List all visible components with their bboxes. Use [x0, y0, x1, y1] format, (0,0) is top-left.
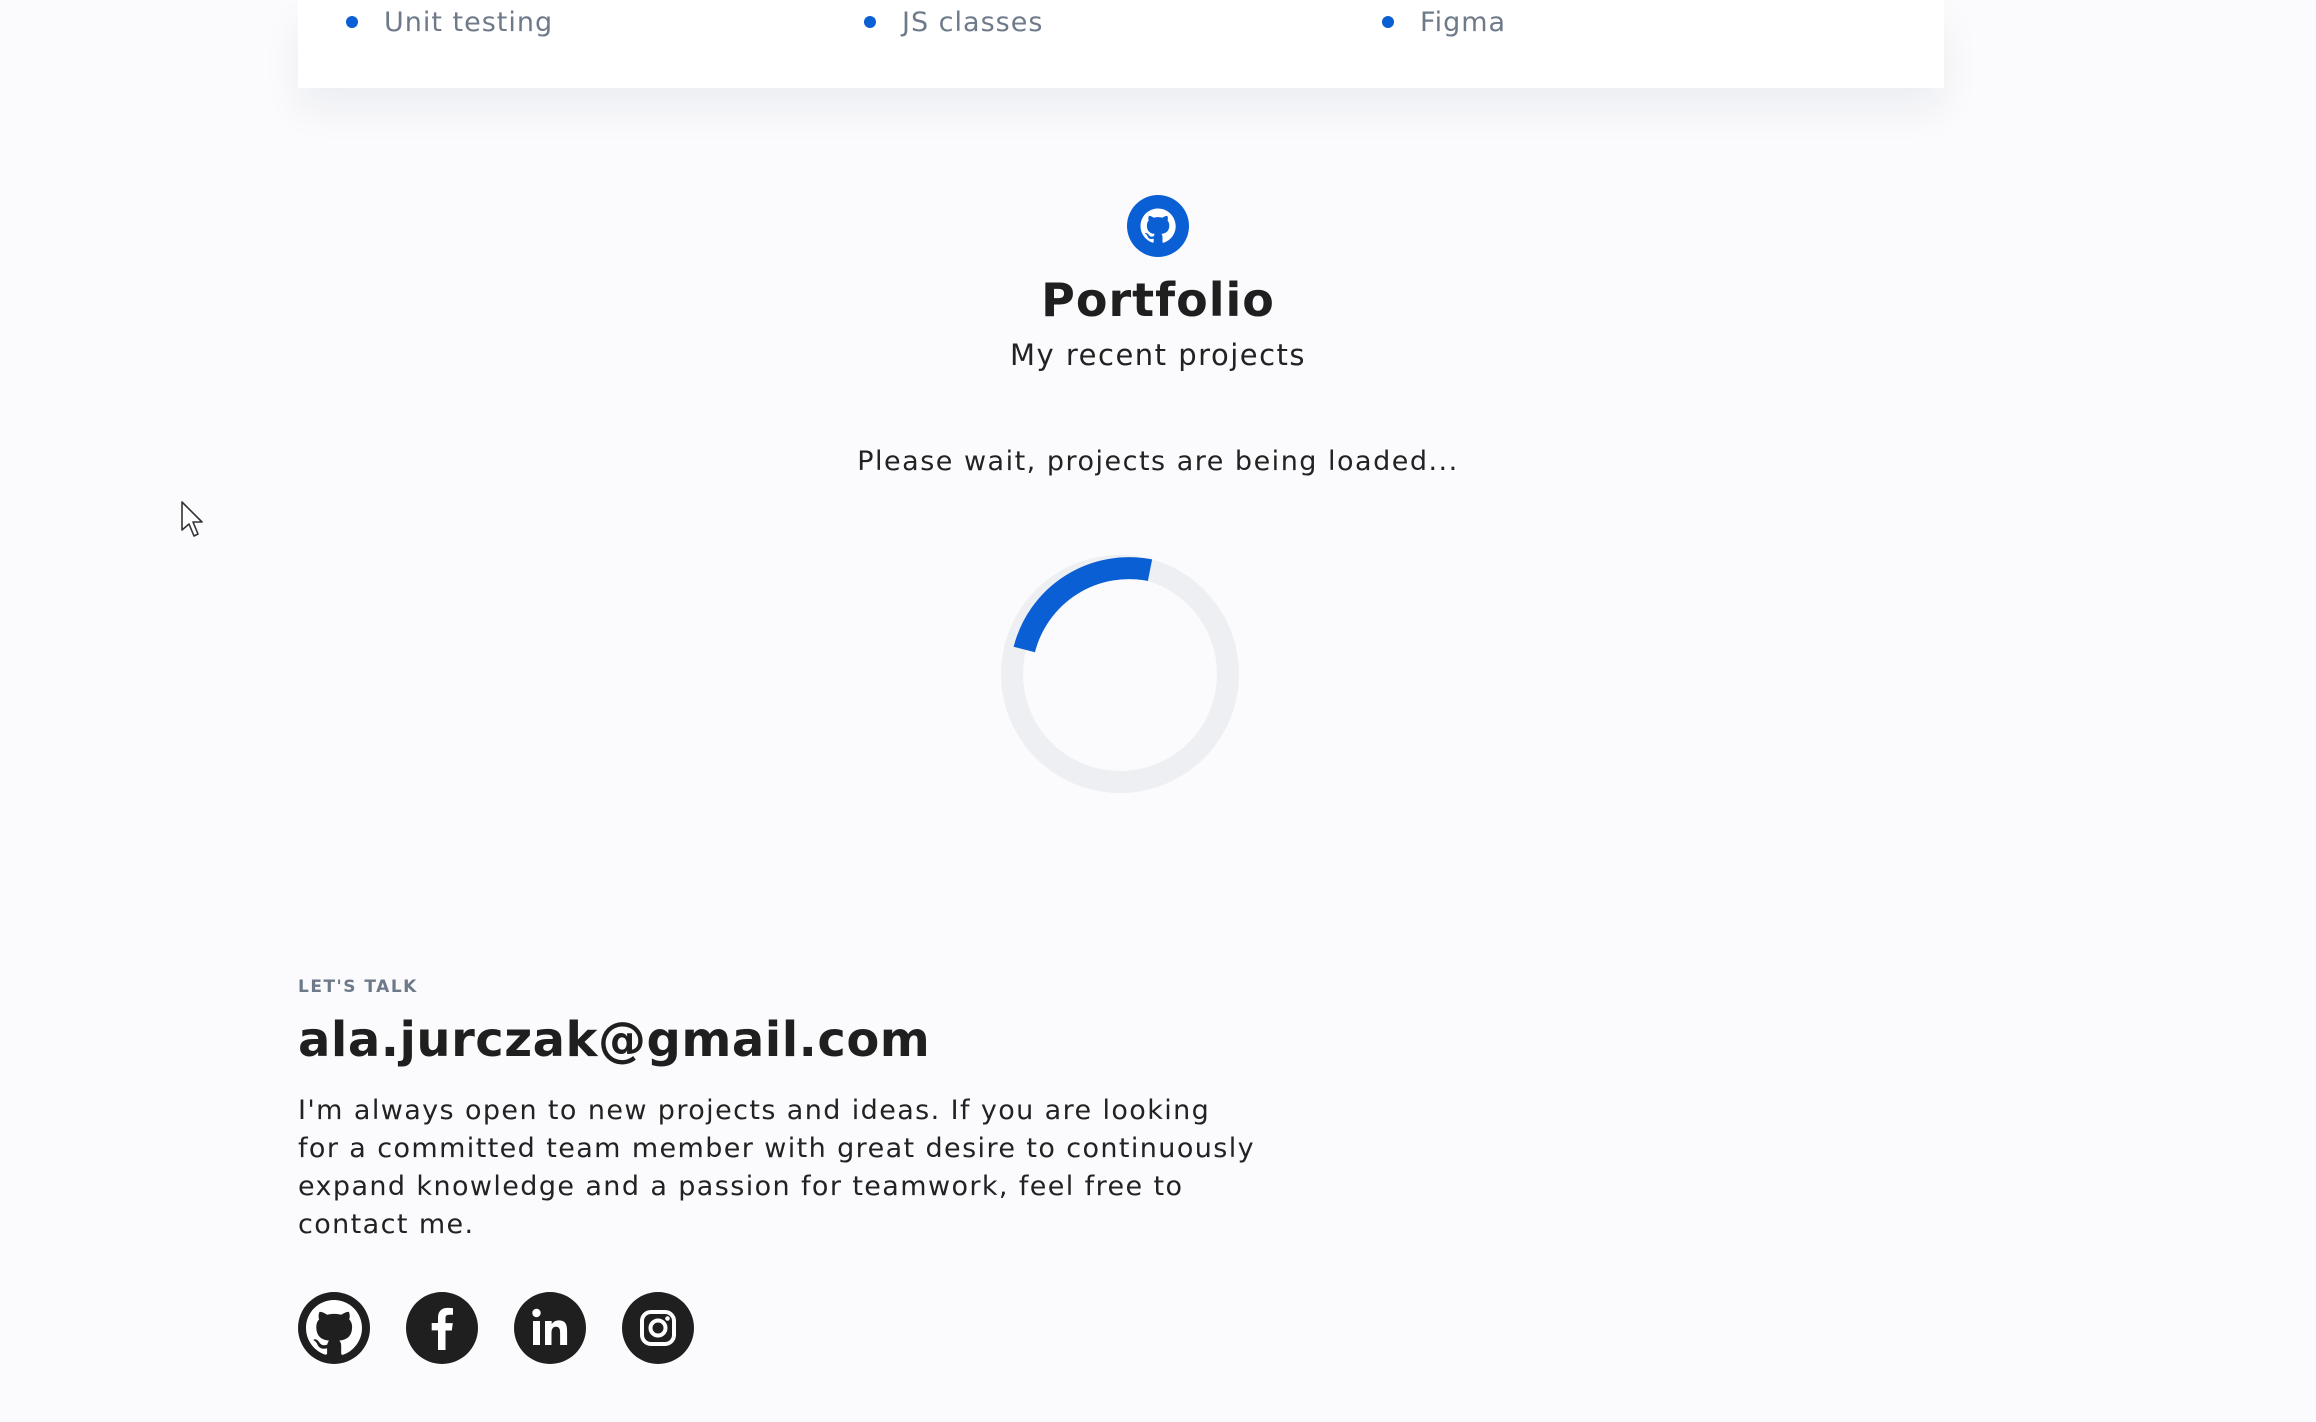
- social-links: [298, 1292, 694, 1364]
- instagram-link[interactable]: [622, 1292, 694, 1364]
- skill-label: Figma: [1420, 6, 1507, 38]
- skills-list: Unit testing JS classes Figma: [298, 0, 1944, 88]
- skill-item: Figma: [1382, 4, 1506, 40]
- portfolio-section-header: Portfolio My recent projects: [0, 195, 2316, 375]
- github-icon: [1127, 195, 1189, 257]
- github-link[interactable]: [298, 1292, 370, 1364]
- facebook-icon: [431, 1307, 453, 1350]
- skill-label: Unit testing: [384, 6, 554, 38]
- github-icon: [306, 1300, 362, 1355]
- bullet-icon: [346, 16, 358, 28]
- instagram-icon: [640, 1310, 676, 1346]
- facebook-link[interactable]: [406, 1292, 478, 1364]
- email-link[interactable]: ala.jurczak@gmail.com: [298, 1012, 930, 1068]
- contact-description: I'm always open to new projects and idea…: [298, 1095, 1255, 1240]
- portfolio-subtitle: My recent projects: [1009, 338, 1307, 372]
- loading-spinner: [1001, 555, 1239, 793]
- contact-eyebrow: LET'S TALK: [298, 977, 418, 997]
- bullet-icon: [1382, 16, 1394, 28]
- linkedin-link[interactable]: [514, 1292, 586, 1364]
- skill-label: JS classes: [902, 6, 1044, 38]
- page-title: Portfolio: [1041, 273, 1275, 327]
- skill-item: Unit testing: [346, 4, 553, 40]
- skill-item: JS classes: [864, 4, 1043, 40]
- loading-message: Please wait, projects are being loaded..…: [857, 446, 1459, 477]
- linkedin-icon: [532, 1308, 568, 1345]
- bullet-icon: [864, 16, 876, 28]
- mouse-cursor-icon: [181, 501, 203, 537]
- skills-card: Unit testing JS classes Figma: [298, 0, 1944, 88]
- spinner-arc: [1013, 557, 1153, 653]
